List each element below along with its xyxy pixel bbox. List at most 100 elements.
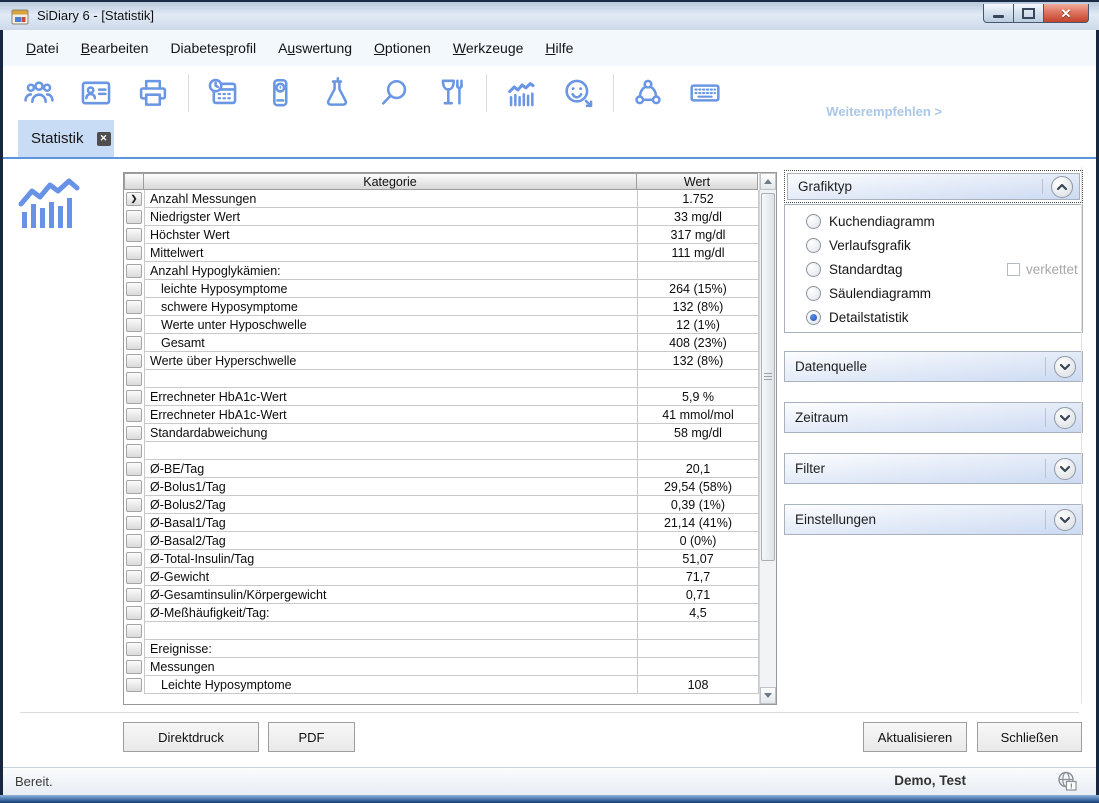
row-selector-button[interactable] bbox=[126, 228, 142, 242]
row-selector-button[interactable] bbox=[126, 678, 142, 692]
row-selector-button[interactable] bbox=[126, 390, 142, 404]
tab-statistik[interactable]: Statistik ✕ bbox=[18, 120, 114, 157]
value-cell: 108 bbox=[638, 676, 759, 694]
grafiktyp-header[interactable]: Grafiktyp bbox=[787, 173, 1080, 200]
expand-button[interactable] bbox=[1054, 458, 1076, 480]
printer-icon[interactable] bbox=[131, 72, 175, 114]
row-selector-button[interactable] bbox=[126, 210, 142, 224]
row-selector-cell bbox=[124, 640, 144, 658]
row-selector-button[interactable] bbox=[126, 300, 142, 314]
radio-säulendiagramm[interactable] bbox=[806, 286, 821, 301]
category-cell: Leichte Hyposymptome bbox=[144, 676, 638, 694]
menu-item-bearbeiten[interactable]: Bearbeiten bbox=[70, 36, 160, 60]
panel-zeitraum[interactable]: Zeitraum bbox=[784, 402, 1083, 433]
wellbeing-icon[interactable] bbox=[556, 72, 600, 114]
value-column-header[interactable]: Wert bbox=[636, 173, 758, 190]
value-cell: 5,9 % bbox=[638, 388, 759, 406]
row-selector-button[interactable] bbox=[126, 354, 142, 368]
value-cell: 408 (23%) bbox=[638, 334, 759, 352]
category-cell: Mittelwert bbox=[144, 244, 638, 262]
row-selector-button[interactable] bbox=[126, 408, 142, 422]
nutrition-icon[interactable] bbox=[429, 72, 473, 114]
thumb-grip-icon bbox=[764, 373, 772, 381]
menu-item-datei[interactable]: Datei bbox=[15, 36, 70, 60]
lab-flask-icon[interactable] bbox=[315, 72, 359, 114]
menu-item-auswertung[interactable]: Auswertung bbox=[267, 36, 363, 60]
row-selector-button[interactable] bbox=[126, 624, 142, 638]
scrollbar-thumb[interactable] bbox=[761, 193, 775, 561]
menu-item-optionen[interactable]: Optionen bbox=[363, 36, 442, 60]
calendar-clock-icon[interactable] bbox=[201, 72, 245, 114]
online-status-icon[interactable]: ! bbox=[1055, 770, 1080, 794]
restore-button[interactable] bbox=[1013, 4, 1044, 23]
verkettet-checkbox[interactable] bbox=[1007, 263, 1020, 276]
current-row-marker[interactable]: ❯ bbox=[126, 192, 142, 206]
table-row bbox=[124, 622, 759, 640]
category-cell: Anzahl Hypoglykämien: bbox=[144, 262, 638, 280]
radio-standardtag[interactable] bbox=[806, 262, 821, 277]
statistics-icon[interactable] bbox=[499, 72, 543, 114]
scroll-down-button[interactable] bbox=[760, 687, 776, 704]
radio-verlaufsgrafik[interactable] bbox=[806, 238, 821, 253]
expand-button[interactable] bbox=[1054, 356, 1076, 378]
table-scrollbar[interactable] bbox=[759, 173, 776, 704]
row-selector-cell bbox=[124, 532, 144, 550]
row-selector-button[interactable] bbox=[126, 282, 142, 296]
selector-column-header[interactable] bbox=[124, 173, 144, 190]
row-selector-button[interactable] bbox=[126, 552, 142, 566]
panel-datenquelle[interactable]: Datenquelle bbox=[784, 351, 1083, 382]
sync-icon[interactable] bbox=[626, 72, 670, 114]
tab-close-icon[interactable]: ✕ bbox=[97, 132, 111, 146]
row-selector-button[interactable] bbox=[126, 336, 142, 350]
row-selector-button[interactable] bbox=[126, 570, 142, 584]
radio-detailstatistik[interactable] bbox=[806, 310, 821, 325]
row-selector-button[interactable] bbox=[126, 372, 142, 386]
row-selector-button[interactable] bbox=[126, 588, 142, 602]
row-selector-button[interactable] bbox=[126, 444, 142, 458]
schliessen-button[interactable]: Schließen bbox=[977, 722, 1082, 752]
radio-kuchendiagramm[interactable] bbox=[806, 214, 821, 229]
row-selector-button[interactable] bbox=[126, 318, 142, 332]
menu-item-werkzeuge[interactable]: Werkzeuge bbox=[442, 36, 535, 60]
row-selector-button[interactable] bbox=[126, 642, 142, 656]
header-divider bbox=[1045, 408, 1046, 427]
scroll-up-button[interactable] bbox=[760, 173, 776, 190]
users-icon[interactable] bbox=[17, 72, 61, 114]
menu-item-hilfe[interactable]: Hilfe bbox=[534, 36, 584, 60]
aktualisieren-button[interactable]: Aktualisieren bbox=[863, 722, 967, 752]
table-row: Ø-Meßhäufigkeit/Tag:4,5 bbox=[124, 604, 759, 622]
category-cell bbox=[144, 622, 638, 640]
row-selector-button[interactable] bbox=[126, 516, 142, 530]
search-icon[interactable] bbox=[372, 72, 416, 114]
row-selector-button[interactable] bbox=[126, 534, 142, 548]
close-button[interactable]: ✕ bbox=[1043, 4, 1089, 23]
panel-einstellungen[interactable]: Einstellungen bbox=[784, 504, 1083, 535]
row-selector-button[interactable] bbox=[126, 264, 142, 278]
profile-card-icon[interactable] bbox=[74, 72, 118, 114]
recommend-link[interactable]: Weiterempfehlen > bbox=[826, 104, 942, 119]
minimize-button[interactable] bbox=[983, 4, 1014, 23]
current-user: Demo, Test bbox=[894, 773, 966, 788]
row-selector-button[interactable] bbox=[126, 426, 142, 440]
grafiktyp-panel: Grafiktyp bbox=[784, 170, 1083, 203]
expand-button[interactable] bbox=[1054, 509, 1076, 531]
table-row: Ø-Basal2/Tag0 (0%) bbox=[124, 532, 759, 550]
keyboard-icon[interactable] bbox=[683, 72, 727, 114]
pdf-button[interactable]: PDF bbox=[268, 722, 355, 752]
row-selector-button[interactable] bbox=[126, 606, 142, 620]
panel-filter[interactable]: Filter bbox=[784, 453, 1083, 484]
category-column-header[interactable]: Kategorie bbox=[143, 173, 637, 190]
row-selector-button[interactable] bbox=[126, 498, 142, 512]
row-selector-button[interactable] bbox=[126, 462, 142, 476]
row-selector-button[interactable] bbox=[126, 246, 142, 260]
menu-item-diabetesprofil[interactable]: Diabetesprofil bbox=[159, 36, 267, 60]
panel-title: Einstellungen bbox=[795, 512, 876, 527]
direktdruck-button[interactable]: Direktdruck bbox=[123, 722, 259, 752]
collapse-button[interactable] bbox=[1051, 176, 1073, 198]
glucose-meter-icon[interactable] bbox=[258, 72, 302, 114]
category-cell bbox=[144, 370, 638, 388]
row-selector-button[interactable] bbox=[126, 480, 142, 494]
row-selector-cell bbox=[124, 226, 144, 244]
row-selector-button[interactable] bbox=[126, 660, 142, 674]
expand-button[interactable] bbox=[1054, 407, 1076, 429]
